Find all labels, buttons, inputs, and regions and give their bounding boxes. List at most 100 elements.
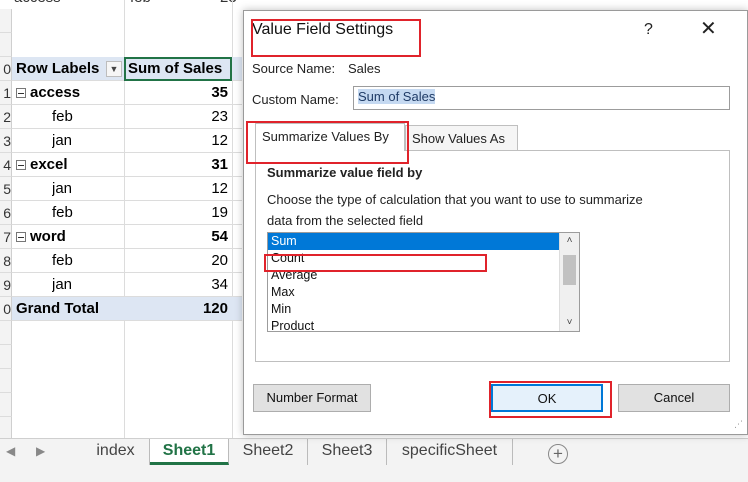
grand-total-row: Grand Total 120 xyxy=(12,297,242,321)
custom-name-field[interactable]: Sum of Sales xyxy=(353,86,730,110)
row-number[interactable]: 5 xyxy=(0,177,12,201)
pivot-item-row: feb 23 xyxy=(12,105,242,129)
tab-sheet3[interactable]: Sheet3 xyxy=(308,439,387,465)
row-number[interactable] xyxy=(0,321,12,345)
row-number[interactable]: 0 xyxy=(0,57,12,81)
row-number[interactable]: 2 xyxy=(0,105,12,129)
row-number[interactable]: 9 xyxy=(0,273,12,297)
row-labels-header[interactable]: Row Labels xyxy=(16,57,99,81)
pivot-row-label-cell[interactable]: jan xyxy=(52,177,72,201)
pivot-row-value[interactable]: 31 xyxy=(124,153,228,177)
help-icon[interactable]: ? xyxy=(644,21,653,39)
tab-index[interactable]: index xyxy=(82,439,150,465)
row-number[interactable]: 4 xyxy=(0,153,12,177)
description-line-2: data from the selected field xyxy=(267,213,424,228)
pivot-item-row: feb 20 xyxy=(12,249,242,273)
function-list[interactable]: Sum Count Average Max Min Product ˄ ˅ xyxy=(267,232,580,332)
section-heading: Summarize value field by xyxy=(267,165,423,180)
pivot-row-label-cell[interactable]: jan xyxy=(52,273,72,297)
scroll-thumb[interactable] xyxy=(563,255,576,285)
row-number[interactable] xyxy=(0,345,12,369)
tab-summarize-values-by[interactable]: Summarize Values By xyxy=(255,123,405,151)
pivot-row-label-cell[interactable]: feb xyxy=(52,105,73,129)
function-option-average[interactable]: Average xyxy=(268,267,559,284)
row-number[interactable] xyxy=(0,369,12,393)
tab-specificsheet[interactable]: specificSheet xyxy=(387,439,513,465)
pivot-header-row: Row Labels ▼ Sum of Sales xyxy=(12,57,242,81)
cancel-button[interactable]: Cancel xyxy=(618,384,730,412)
pivot-row-label: jan xyxy=(52,180,73,197)
tab-sheet1[interactable]: Sheet1 xyxy=(150,439,229,465)
description-line-1: Choose the type of calculation that you … xyxy=(267,192,643,207)
function-option-max[interactable]: Max xyxy=(268,284,559,301)
ok-button[interactable]: OK xyxy=(491,384,603,412)
row-number[interactable] xyxy=(0,9,12,33)
custom-name-value: Sum of Sales xyxy=(358,89,436,104)
pivot-row-label-cell[interactable]: feb xyxy=(52,249,73,273)
chevron-down-icon[interactable]: ˅ xyxy=(560,315,579,331)
pivot-row-label: access xyxy=(30,84,81,101)
pivot-row-value[interactable]: 54 xyxy=(124,225,228,249)
pivot-group-row: word 54 xyxy=(12,225,242,249)
row-number[interactable]: 1 xyxy=(0,81,12,105)
partial-cell-a[interactable]: access xyxy=(14,0,61,10)
pivot-row-label-cell[interactable]: word xyxy=(16,225,66,249)
source-name-label: Source Name: xyxy=(252,61,336,76)
partial-cell-c[interactable]: 23 xyxy=(220,0,237,10)
pivot-row-label-cell[interactable]: feb xyxy=(52,201,73,225)
sum-of-sales-label: Sum of Sales xyxy=(128,60,223,77)
tab-show-values-as[interactable]: Show Values As xyxy=(405,125,518,151)
close-icon[interactable]: ✕ xyxy=(700,19,717,39)
row-number[interactable]: 0 xyxy=(0,297,12,321)
pivot-row-label: jan xyxy=(52,132,73,149)
row-labels-filter-button[interactable]: ▼ xyxy=(106,61,122,77)
pivot-group-row: excel 31 xyxy=(12,153,242,177)
number-format-button[interactable]: Number Format xyxy=(253,384,371,412)
value-field-settings-dialog: Value Field Settings ? ✕ Source Name: Sa… xyxy=(243,10,748,435)
pivot-row-label-cell[interactable]: excel xyxy=(16,153,68,177)
source-name-value: Sales xyxy=(348,61,381,76)
row-number[interactable] xyxy=(0,393,12,417)
pivot-row-value[interactable]: 35 xyxy=(124,81,228,105)
row-number[interactable]: 8 xyxy=(0,249,12,273)
function-option-count[interactable]: Count xyxy=(268,250,559,267)
scroll-tabs-right-icon[interactable]: ▶ xyxy=(36,444,45,458)
pivot-row-label: excel xyxy=(30,156,68,173)
chevron-up-icon[interactable]: ˄ xyxy=(560,233,579,249)
pivot-row-label: jan xyxy=(52,276,73,293)
row-number[interactable]: 7 xyxy=(0,225,12,249)
row-number[interactable] xyxy=(0,33,12,57)
scroll-tabs-left-icon[interactable]: ◀ xyxy=(6,444,15,458)
collapse-toggle-icon[interactable] xyxy=(16,160,26,171)
pivot-row-value[interactable]: 19 xyxy=(124,201,228,225)
resize-grip-icon[interactable]: ⋰ xyxy=(734,419,743,430)
function-option-min[interactable]: Min xyxy=(268,301,559,318)
pivot-row-value[interactable]: 12 xyxy=(124,129,228,153)
collapse-toggle-icon[interactable] xyxy=(16,88,26,99)
pivot-item-row: jan 34 xyxy=(12,273,242,297)
pivot-row-label-cell[interactable]: jan xyxy=(52,129,72,153)
dialog-title: Value Field Settings xyxy=(252,21,394,38)
custom-name-label: Custom Name: xyxy=(252,92,339,107)
sum-of-sales-header[interactable]: Sum of Sales xyxy=(124,57,232,81)
pivot-row-value[interactable]: 34 xyxy=(124,273,228,297)
function-option-product[interactable]: Product xyxy=(268,318,559,331)
list-scrollbar[interactable]: ˄ ˅ xyxy=(559,233,579,331)
pivot-row-label: feb xyxy=(52,252,73,269)
collapse-toggle-icon[interactable] xyxy=(16,232,26,243)
row-number[interactable]: 6 xyxy=(0,201,12,225)
partial-cell-b[interactable]: feb xyxy=(130,0,151,10)
add-sheet-icon[interactable]: + xyxy=(548,444,568,464)
tab-sheet2[interactable]: Sheet2 xyxy=(229,439,308,465)
grand-total-label[interactable]: Grand Total xyxy=(16,297,99,321)
pivot-row-label: word xyxy=(30,228,66,245)
pivot-row-label-cell[interactable]: access xyxy=(16,81,80,105)
row-number[interactable] xyxy=(0,417,12,438)
grand-total-value[interactable]: 120 xyxy=(124,297,228,321)
pivot-row-value[interactable]: 23 xyxy=(124,105,228,129)
function-option-sum[interactable]: Sum xyxy=(268,233,559,250)
pivot-row-value[interactable]: 20 xyxy=(124,249,228,273)
pivot-row-label: feb xyxy=(52,108,73,125)
pivot-row-value[interactable]: 12 xyxy=(124,177,228,201)
row-number[interactable]: 3 xyxy=(0,129,12,153)
